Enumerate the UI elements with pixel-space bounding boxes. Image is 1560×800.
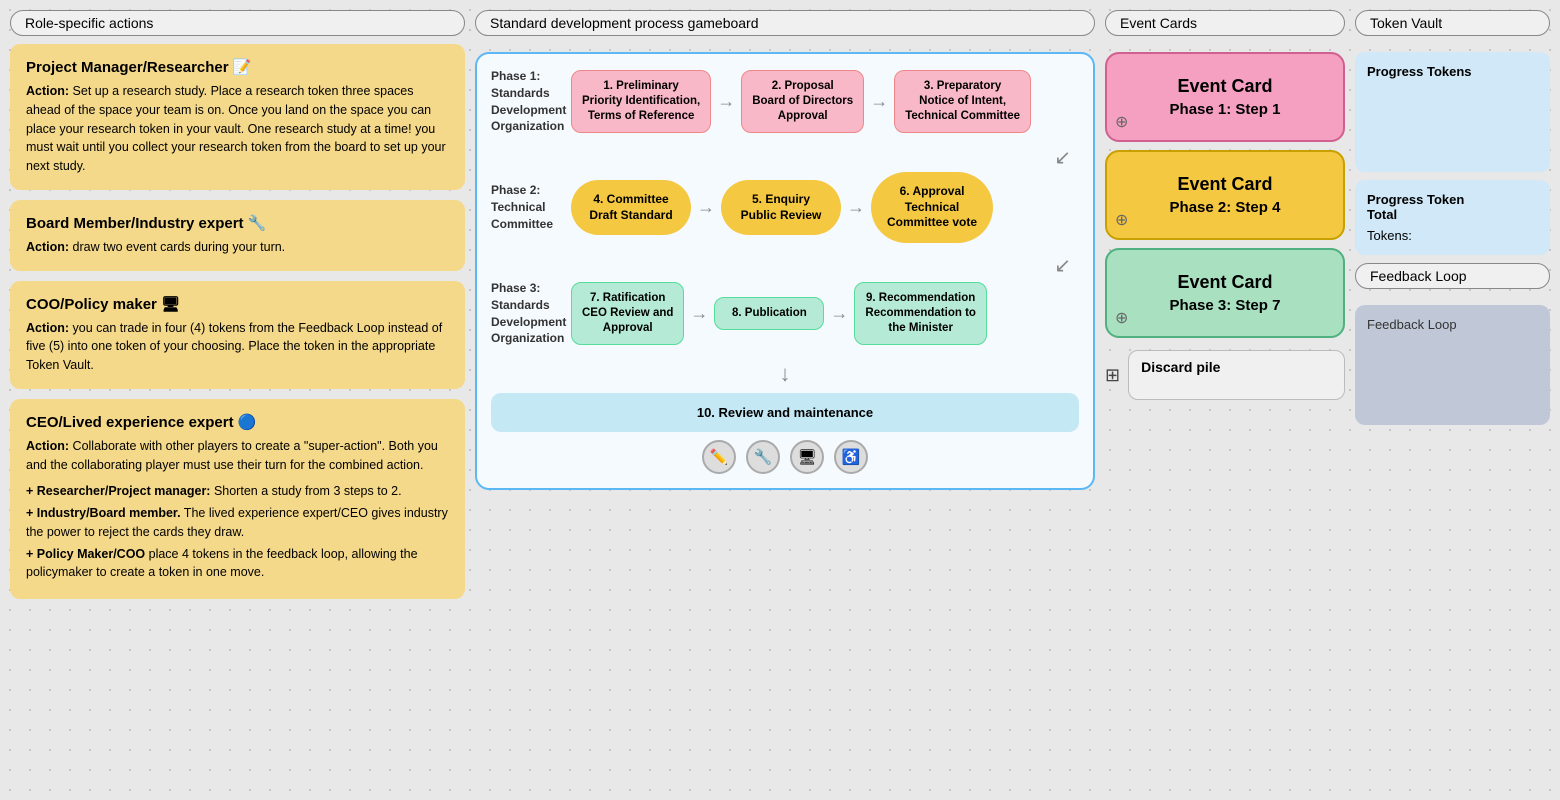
role-card-1-text: Action: Set up a research study. Place a… <box>26 82 449 176</box>
phase-2-label: Phase 2:TechnicalCommittee <box>491 182 571 232</box>
role-card-2-text: Action: draw two event cards during your… <box>26 238 449 257</box>
token-vault-label: Token Vault <box>1355 10 1550 36</box>
step-10[interactable]: 10. Review and maintenance <box>491 393 1079 432</box>
step-7[interactable]: 7. Ratification CEO Review and Approval <box>571 282 684 345</box>
phase-1-steps: 1. Preliminary Priority Identification, … <box>571 70 1079 133</box>
arrow-1-2: → <box>717 91 735 112</box>
step-2[interactable]: 2. Proposal Board of Directors Approval <box>741 70 864 133</box>
event-cards-panel: Event Cards Event Card Phase 1: Step 1 ⊕… <box>1105 10 1345 790</box>
gameboard: Phase 1:StandardsDevelopmentOrganization… <box>475 52 1095 490</box>
connector-1-2: ↙ <box>491 145 1079 170</box>
arrow-2-3: → <box>870 91 888 112</box>
role-card-3-text: Action: you can trade in four (4) tokens… <box>26 319 449 375</box>
token-total-label: Progress Token Total <box>1367 192 1538 222</box>
event-card-2[interactable]: Event Card Phase 2: Step 4 ⊕ <box>1105 150 1345 240</box>
step-4[interactable]: 4. Committee Draft Standard <box>571 180 691 235</box>
feedback-loop-box: Feedback Loop <box>1355 305 1550 425</box>
event-card-1-icon: ⊕ <box>1115 112 1128 132</box>
monitor-icon[interactable]: 🖥 <box>790 440 824 474</box>
step-1[interactable]: 1. Preliminary Priority Identification, … <box>571 70 711 133</box>
event-card-3-icon: ⊕ <box>1115 308 1128 328</box>
role-card-2-title: Board Member/Industry expert 🔧 <box>26 214 449 232</box>
left-panel: Role-specific actions Project Manager/Re… <box>10 10 465 790</box>
role-card-3-title: COO/Policy maker 🖥 <box>26 295 449 313</box>
gameboard-label: Standard development process gameboard <box>475 10 1095 36</box>
role-card-ceo: CEO/Lived experience expert 🔵 Action: Co… <box>10 399 465 599</box>
role-panel-label: Role-specific actions <box>10 10 465 36</box>
discard-pile-box[interactable]: Discard pile <box>1128 350 1345 400</box>
event-card-2-icon: ⊕ <box>1115 210 1128 230</box>
role-card-1-title: Project Manager/Researcher 📝 <box>26 58 449 76</box>
connector-2-3: ↙ <box>491 253 1079 278</box>
arrow-5-6: → <box>847 197 865 218</box>
event-cards-label: Event Cards <box>1105 10 1345 36</box>
bullet-policy: + Policy Maker/COO place 4 tokens in the… <box>26 545 449 581</box>
progress-tokens-box: Progress Tokens <box>1355 52 1550 172</box>
phase-1-label: Phase 1:StandardsDevelopmentOrganization <box>491 68 571 135</box>
event-card-1[interactable]: Event Card Phase 1: Step 1 ⊕ <box>1105 52 1345 142</box>
arrow-7-8: → <box>690 303 708 324</box>
step-8[interactable]: 8. Publication <box>714 297 824 330</box>
accessibility-icon[interactable]: ♿ <box>834 440 868 474</box>
center-panel: Standard development process gameboard P… <box>475 10 1095 790</box>
phase-3-steps: 7. Ratification CEO Review and Approval … <box>571 282 1079 345</box>
role-card-board-member: Board Member/Industry expert 🔧 Action: d… <box>10 200 465 271</box>
phase-3-label: Phase 3:StandardsDevelopmentOrganization <box>491 280 571 347</box>
pencil-icon[interactable]: ✏️ <box>702 440 736 474</box>
step-9[interactable]: 9. Recommendation Recommendation to the … <box>854 282 987 345</box>
connector-to-10: ↓ <box>491 361 1079 387</box>
role-card-4-text: Action: Collaborate with other players t… <box>26 437 449 475</box>
phase-2-steps: 4. Committee Draft Standard → 5. Enquiry… <box>571 172 1079 243</box>
role-card-4-title: CEO/Lived experience expert 🔵 <box>26 413 449 431</box>
phase-1-row: Phase 1:StandardsDevelopmentOrganization… <box>491 68 1079 135</box>
wrench-icon[interactable]: 🔧 <box>746 440 780 474</box>
arrow-4-5: → <box>697 197 715 218</box>
step-3[interactable]: 3. Preparatory Notice of Intent, Technic… <box>894 70 1031 133</box>
phase-3-row: Phase 3:StandardsDevelopmentOrganization… <box>491 280 1079 347</box>
step-5[interactable]: 5. Enquiry Public Review <box>721 180 841 235</box>
role-card-4-bullets: + Researcher/Project manager: Shorten a … <box>26 482 449 581</box>
feedback-loop-inner-label: Feedback Loop <box>1367 317 1538 332</box>
discard-icon: ⊞ <box>1105 365 1120 386</box>
arrow-8-9: → <box>830 303 848 324</box>
phase-2-row: Phase 2:TechnicalCommittee 4. Committee … <box>491 172 1079 243</box>
token-vault-total-box: Progress Token Total Tokens: <box>1355 180 1550 255</box>
feedback-loop-panel-label: Feedback Loop <box>1355 263 1550 289</box>
bullet-industry: + Industry/Board member. The lived exper… <box>26 504 449 540</box>
step-6[interactable]: 6. Approval Technical Committee vote <box>871 172 993 243</box>
tokens-label: Tokens: <box>1367 228 1538 243</box>
role-card-coo: COO/Policy maker 🖥 Action: you can trade… <box>10 281 465 389</box>
gameboard-icons: ✏️ 🔧 🖥 ♿ <box>491 440 1079 474</box>
role-card-project-manager: Project Manager/Researcher 📝 Action: Set… <box>10 44 465 190</box>
bullet-researcher: + Researcher/Project manager: Shorten a … <box>26 482 449 500</box>
discard-pile-section: ⊞ Discard pile <box>1105 350 1345 400</box>
token-vault-panel: Token Vault Progress Tokens Progress Tok… <box>1355 10 1550 790</box>
event-card-3[interactable]: Event Card Phase 3: Step 7 ⊕ <box>1105 248 1345 338</box>
progress-tokens-label: Progress Tokens <box>1367 64 1538 79</box>
